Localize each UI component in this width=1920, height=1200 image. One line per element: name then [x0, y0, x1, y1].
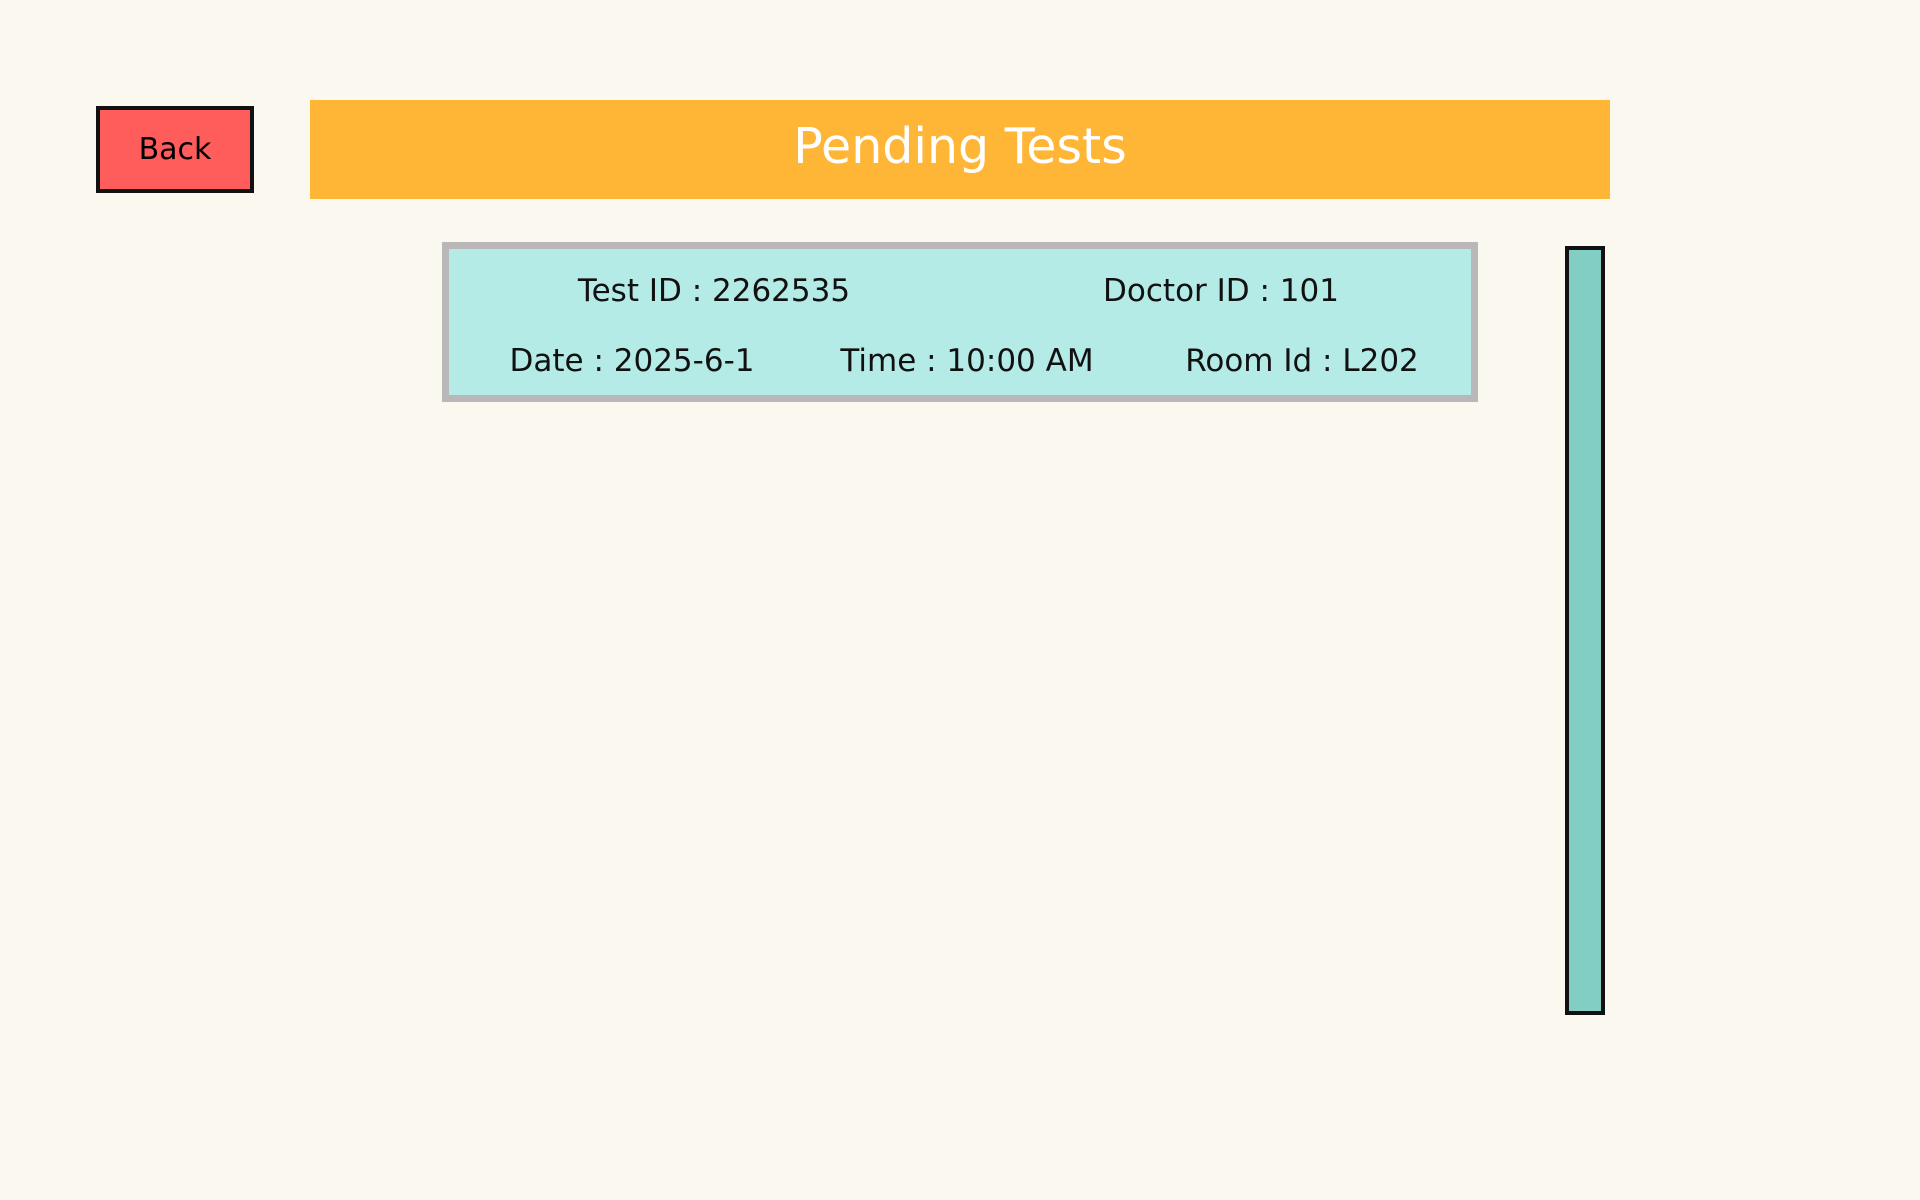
test-id-label: Test ID : 2262535: [577, 273, 851, 309]
scrollbar-thumb[interactable]: [1565, 246, 1605, 1015]
page-title: Pending Tests: [793, 118, 1127, 175]
back-button[interactable]: Back: [96, 106, 254, 193]
header-bar: Pending Tests: [310, 100, 1610, 199]
time-label: Time : 10:00 AM: [840, 343, 1094, 379]
date-label: Date : 2025-6-1: [509, 343, 755, 379]
test-card[interactable]: Test ID : 2262535 Doctor ID : 101 Date :…: [442, 242, 1478, 402]
room-id-label: Room Id : L202: [1185, 343, 1419, 379]
doctor-id-label: Doctor ID : 101: [1103, 273, 1339, 309]
